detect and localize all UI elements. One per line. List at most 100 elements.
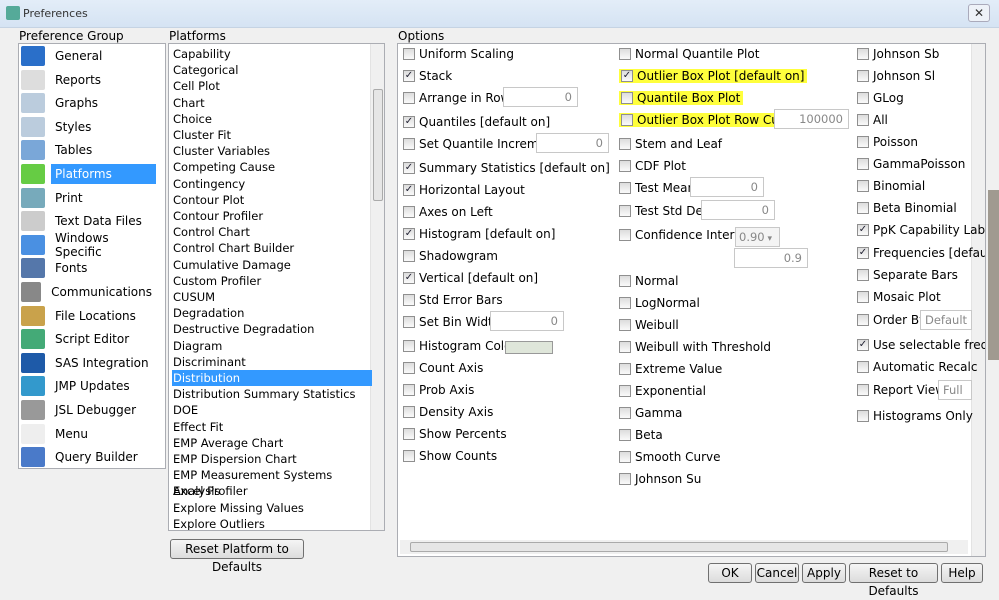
option-poisson[interactable]: Poisson bbox=[857, 135, 918, 149]
checkbox[interactable] bbox=[857, 384, 869, 396]
checkbox[interactable]: ✓ bbox=[403, 70, 415, 82]
checkbox[interactable]: ✓ bbox=[403, 184, 415, 196]
option-lognormal[interactable]: LogNormal bbox=[619, 296, 700, 310]
platform-item-capability[interactable]: Capability bbox=[172, 46, 372, 62]
option-smooth-curve[interactable]: Smooth Curve bbox=[619, 450, 721, 464]
checkbox[interactable]: ✓ bbox=[621, 70, 633, 82]
platform-item-contour-plot[interactable]: Contour Plot bbox=[172, 192, 372, 208]
report-view-select[interactable]: Full bbox=[938, 380, 972, 400]
option-axes-on-left[interactable]: Axes on Left bbox=[403, 205, 493, 219]
platform-item-explore-outliers[interactable]: Explore Outliers bbox=[172, 516, 372, 530]
platform-item-explore-missing-values[interactable]: Explore Missing Values bbox=[172, 500, 372, 516]
option-order-by[interactable]: Order By bbox=[857, 313, 926, 327]
ok-button[interactable]: OK bbox=[708, 563, 752, 583]
checkbox[interactable] bbox=[403, 362, 415, 374]
pref-group-print[interactable]: Print bbox=[21, 187, 156, 209]
checkbox[interactable] bbox=[403, 384, 415, 396]
option-johnson-sl[interactable]: Johnson Sl bbox=[857, 69, 935, 83]
pref-group-script-editor[interactable]: Script Editor bbox=[21, 328, 156, 350]
option-density-axis[interactable]: Density Axis bbox=[403, 405, 493, 419]
checkbox[interactable] bbox=[857, 158, 869, 170]
platform-item-emp-average-chart[interactable]: EMP Average Chart bbox=[172, 435, 372, 451]
pref-group-fonts[interactable]: Fonts bbox=[21, 257, 156, 279]
option-weibull[interactable]: Weibull bbox=[619, 318, 679, 332]
option-test-mean[interactable]: Test Mean bbox=[619, 181, 695, 195]
pref-group-file-locations[interactable]: File Locations bbox=[21, 305, 156, 327]
order-by-select[interactable]: Default bbox=[920, 310, 972, 330]
platform-item-cell-plot[interactable]: Cell Plot bbox=[172, 78, 372, 94]
checkbox[interactable] bbox=[857, 92, 869, 104]
pref-group-sas-integration[interactable]: SAS Integration bbox=[21, 352, 156, 374]
option-separate-bars[interactable]: Separate Bars bbox=[857, 268, 958, 282]
checkbox[interactable] bbox=[621, 114, 633, 126]
option-test-std-dev[interactable]: Test Std Dev bbox=[619, 204, 710, 218]
pref-group-styles[interactable]: Styles bbox=[21, 116, 156, 138]
checkbox[interactable] bbox=[857, 114, 869, 126]
hscroll-thumb[interactable] bbox=[410, 542, 948, 552]
set-quantile-increment-input[interactable]: 0 bbox=[536, 133, 609, 153]
checkbox[interactable] bbox=[619, 385, 631, 397]
platform-item-chart[interactable]: Chart bbox=[172, 95, 372, 111]
pref-group-query-builder[interactable]: Query Builder bbox=[21, 446, 156, 468]
checkbox[interactable] bbox=[403, 340, 415, 352]
outlier-box-plot-row-cutoff-input[interactable]: 100000 bbox=[774, 109, 849, 129]
platform-item-choice[interactable]: Choice bbox=[172, 111, 372, 127]
option-set-bin-width[interactable]: Set Bin Width bbox=[403, 315, 500, 329]
option-summary-statistics-default-on[interactable]: ✓ Summary Statistics [default on] bbox=[403, 161, 610, 175]
option-exponential[interactable]: Exponential bbox=[619, 384, 706, 398]
checkbox[interactable] bbox=[619, 205, 631, 217]
checkbox[interactable] bbox=[403, 48, 415, 60]
pref-group-reports[interactable]: Reports bbox=[21, 69, 156, 91]
checkbox[interactable] bbox=[403, 316, 415, 328]
option-all[interactable]: All bbox=[857, 113, 888, 127]
option-stack[interactable]: ✓ Stack bbox=[403, 69, 452, 83]
checkbox[interactable] bbox=[619, 407, 631, 419]
option-count-axis[interactable]: Count Axis bbox=[403, 361, 483, 375]
option-johnson-su[interactable]: Johnson Su bbox=[619, 472, 701, 486]
option-automatic-recalc[interactable]: Automatic Recalc bbox=[857, 360, 977, 374]
checkbox[interactable]: ✓ bbox=[857, 339, 869, 351]
option-gammapoisson[interactable]: GammaPoisson bbox=[857, 157, 965, 171]
option-stem-and-leaf[interactable]: Stem and Leaf bbox=[619, 137, 722, 151]
histogram-color-swatch[interactable] bbox=[505, 341, 553, 354]
close-button[interactable]: ✕ bbox=[968, 4, 990, 22]
option-weibull-with-threshold[interactable]: Weibull with Threshold bbox=[619, 340, 771, 354]
checkbox[interactable]: ✓ bbox=[403, 116, 415, 128]
checkbox[interactable] bbox=[857, 202, 869, 214]
checkbox[interactable] bbox=[619, 451, 631, 463]
checkbox[interactable] bbox=[619, 319, 631, 331]
pref-group-platforms[interactable]: Platforms bbox=[21, 163, 156, 185]
options-hscrollbar[interactable] bbox=[400, 540, 968, 554]
option-normal-quantile-plot[interactable]: Normal Quantile Plot bbox=[619, 47, 759, 61]
set-bin-width-input[interactable]: 0 bbox=[490, 311, 564, 331]
option-uniform-scaling[interactable]: Uniform Scaling bbox=[403, 47, 514, 61]
option-shadowgram[interactable]: Shadowgram bbox=[403, 249, 498, 263]
help-button[interactable]: Help bbox=[941, 563, 983, 583]
platform-item-cumulative-damage[interactable]: Cumulative Damage bbox=[172, 257, 372, 273]
pref-group-jmp-updates[interactable]: JMP Updates bbox=[21, 375, 156, 397]
preference-group-list[interactable]: General Reports Graphs Styles Tables Platform… bbox=[18, 43, 166, 469]
option-beta[interactable]: Beta bbox=[619, 428, 663, 442]
option-histogram-default-on[interactable]: ✓ Histogram [default on] bbox=[403, 227, 555, 241]
option-outlier-box-plot-default-on[interactable]: ✓ Outlier Box Plot [default on] bbox=[619, 69, 808, 83]
option-johnson-sb[interactable]: Johnson Sb bbox=[857, 47, 939, 61]
test-mean-input[interactable]: 0 bbox=[690, 177, 764, 197]
pref-group-general[interactable]: General bbox=[21, 45, 156, 67]
cancel-button[interactable]: Cancel bbox=[755, 563, 799, 583]
checkbox[interactable] bbox=[619, 275, 631, 287]
checkbox[interactable] bbox=[403, 250, 415, 262]
platform-item-distribution-summary-statistics[interactable]: Distribution Summary Statistics bbox=[172, 386, 372, 402]
platform-item-discriminant[interactable]: Discriminant bbox=[172, 354, 372, 370]
platforms-scrollbar[interactable] bbox=[370, 44, 384, 530]
reset-defaults-button[interactable]: Reset to Defaults bbox=[849, 563, 938, 598]
option-horizontal-layout[interactable]: ✓ Horizontal Layout bbox=[403, 183, 525, 197]
platform-item-doe[interactable]: DOE bbox=[172, 402, 372, 418]
platform-item-emp-dispersion-chart[interactable]: EMP Dispersion Chart bbox=[172, 451, 372, 467]
arrange-in-rows-input[interactable]: 0 bbox=[503, 87, 578, 107]
checkbox[interactable] bbox=[403, 294, 415, 306]
pref-group-menu[interactable]: Menu bbox=[21, 423, 156, 445]
platform-item-contour-profiler[interactable]: Contour Profiler bbox=[172, 208, 372, 224]
scrollbar-thumb[interactable] bbox=[373, 89, 383, 201]
checkbox[interactable] bbox=[857, 361, 869, 373]
platform-item-contingency[interactable]: Contingency bbox=[172, 176, 372, 192]
